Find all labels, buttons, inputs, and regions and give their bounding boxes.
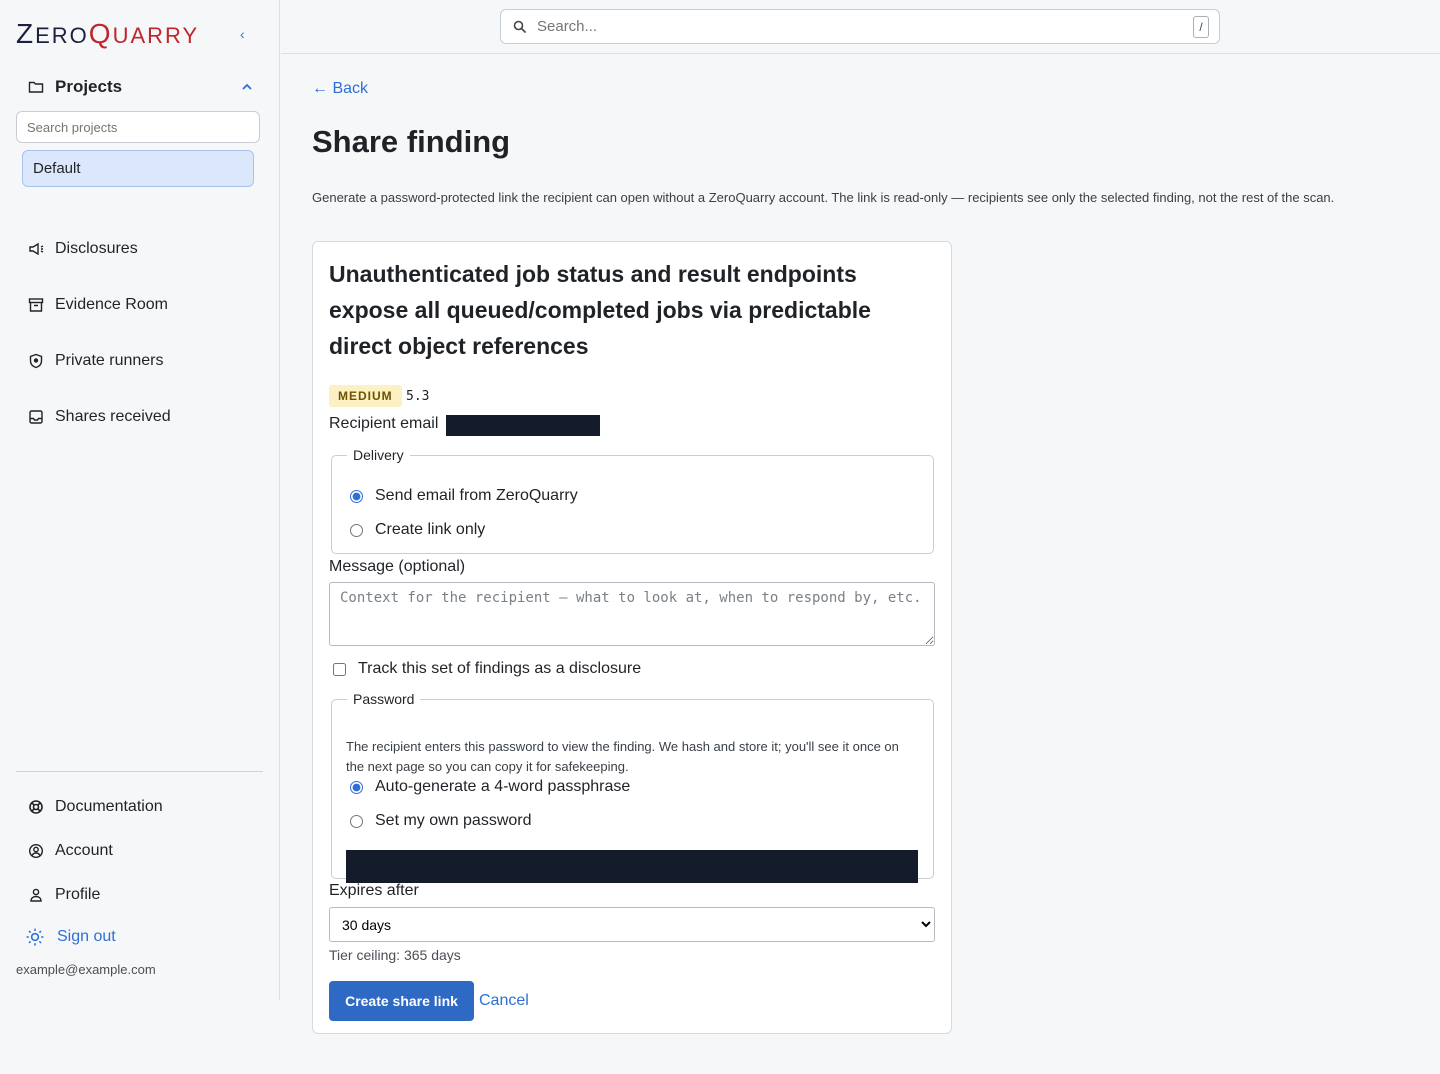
global-search-input[interactable] (537, 18, 1193, 35)
nav-label: Evidence Room (55, 296, 168, 313)
projects-header[interactable]: Projects (28, 76, 253, 98)
nav-label: Documentation (55, 798, 163, 815)
nav-label: Private runners (55, 352, 164, 369)
password-fieldset: Password The recipient enters this passw… (331, 691, 934, 883)
track-disclosure-option[interactable]: Track this set of findings as a disclosu… (333, 660, 641, 678)
sidebar-divider (16, 771, 263, 772)
expires-select[interactable]: 30 days (329, 907, 935, 942)
delivery-legend: Delivery (353, 447, 404, 463)
password-legend: Password (353, 691, 415, 707)
collapse-sidebar-button[interactable]: ‹ (240, 26, 245, 42)
severity-badge: MEDIUM (329, 385, 402, 407)
delivery-email-radio[interactable] (350, 489, 363, 503)
page-title: Share finding (312, 124, 511, 159)
nav-label: Sign out (57, 928, 116, 945)
top-bar: / (281, 0, 1440, 54)
sidebar: ZEROQUARRY ‹ Projects Default Disclosure… (0, 0, 280, 1000)
option-label: Track this set of findings as a disclosu… (358, 660, 642, 677)
delivery-option-email[interactable]: Send email from ZeroQuarry (350, 487, 578, 505)
sign-out-link[interactable]: Sign out (26, 928, 116, 946)
password-option-own[interactable]: Set my own password (350, 812, 532, 830)
password-own-radio[interactable] (350, 814, 363, 828)
project-search-input[interactable] (16, 111, 260, 143)
nav-label: Account (55, 842, 113, 859)
nav-label: Shares received (55, 408, 171, 425)
custom-password-input[interactable] (346, 850, 918, 883)
nav-account[interactable]: Account (28, 842, 113, 860)
projects-label: Projects (55, 77, 123, 96)
option-label: Create link only (375, 521, 486, 538)
user-icon (30, 888, 42, 902)
back-link[interactable]: ← Back (312, 80, 368, 98)
nav-private-runners[interactable]: Private runners (28, 352, 164, 370)
cancel-link[interactable]: Cancel (479, 992, 529, 1010)
global-search[interactable]: / (500, 9, 1220, 44)
chevron-up-icon[interactable] (241, 81, 253, 93)
option-label: Send email from ZeroQuarry (375, 487, 578, 504)
share-form-card: Unauthenticated job status and result en… (312, 241, 952, 1034)
nav-label: Profile (55, 886, 101, 903)
megaphone-icon (29, 242, 44, 256)
sun-icon (26, 928, 44, 946)
delivery-link-radio[interactable] (350, 523, 363, 537)
logo-part: Z (16, 18, 36, 49)
create-share-link-button[interactable]: Create share link (329, 981, 474, 1021)
delivery-option-link[interactable]: Create link only (350, 521, 485, 539)
message-textarea[interactable] (329, 582, 935, 646)
search-icon (513, 20, 527, 34)
nav-evidence-room[interactable]: Evidence Room (28, 296, 168, 314)
user-email: example@example.com (16, 962, 156, 977)
password-option-auto[interactable]: Auto-generate a 4-word passphrase (350, 778, 630, 796)
nav-shares-received[interactable]: Shares received (28, 408, 171, 426)
lifebuoy-icon (29, 800, 43, 814)
option-label: Set my own password (375, 812, 532, 829)
project-item-default[interactable]: Default (22, 150, 254, 187)
track-disclosure-checkbox[interactable] (333, 662, 346, 676)
logo-part: Q (88, 18, 113, 49)
nav-label: Disclosures (55, 240, 138, 257)
recipient-email-label: Recipient email (329, 415, 439, 432)
inbox-icon (29, 410, 43, 424)
message-label: Message (optional) (329, 558, 466, 575)
option-label: Auto-generate a 4-word passphrase (375, 778, 631, 795)
password-help-text: The recipient enters this password to vi… (346, 739, 899, 774)
shield-icon (29, 353, 43, 369)
user-circle-icon (28, 843, 44, 859)
nav-documentation[interactable]: Documentation (28, 798, 163, 816)
nav-profile[interactable]: Profile (28, 886, 100, 904)
finding-title: Unauthenticated job status and result en… (329, 261, 871, 359)
logo-part: ERO (35, 23, 89, 48)
logo-part: UARRY (112, 23, 200, 48)
tier-ceiling-note: Tier ceiling: 365 days (329, 947, 461, 963)
zeroquarry-logo[interactable]: ZEROQUARRY (16, 18, 199, 50)
search-shortcut-key: / (1193, 15, 1209, 38)
expires-label: Expires after (329, 882, 419, 899)
recipient-email-input[interactable] (446, 415, 600, 436)
severity-score: 5.3 (406, 389, 430, 404)
folder-icon (28, 79, 46, 95)
password-auto-radio[interactable] (350, 780, 363, 794)
archive-icon (28, 298, 44, 312)
delivery-fieldset: Delivery Send email from ZeroQuarry Crea… (331, 447, 934, 554)
nav-disclosures[interactable]: Disclosures (28, 240, 138, 258)
page-intro: Generate a password-protected link the r… (312, 190, 1335, 205)
